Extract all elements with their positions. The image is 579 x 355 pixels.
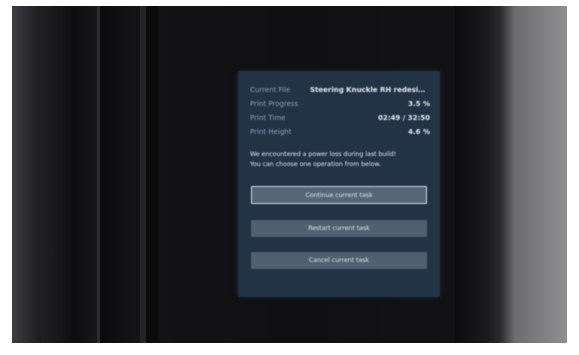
print-progress-row: Print Progress 3.5 %: [250, 97, 430, 111]
current-file-value: Steering Knuckle RH redesig...: [310, 86, 430, 94]
power-loss-message: We encountered a power loss during last …: [250, 150, 432, 170]
print-height-value: 4.6 %: [408, 128, 430, 136]
touch-screen: Current File Steering Knuckle RH redesig…: [238, 71, 440, 297]
restart-task-button[interactable]: Restart current task: [251, 220, 427, 237]
image-border: [0, 343, 579, 355]
print-height-row: Print Height 4.6 %: [250, 125, 430, 139]
print-progress-value: 3.5 %: [408, 100, 430, 108]
printer-frame-pillar: [100, 6, 140, 343]
print-height-label: Print Height: [250, 128, 292, 136]
current-file-row: Current File Steering Knuckle RH redesig…: [250, 83, 430, 97]
print-progress-label: Print Progress: [250, 100, 299, 108]
print-time-label: Print Time: [250, 114, 286, 122]
image-border: [567, 0, 579, 355]
power-loss-message-line-1: We encountered a power loss during last …: [250, 151, 397, 158]
current-file-label: Current File: [250, 86, 291, 94]
power-loss-message-line-2: You can choose one operation from below.: [250, 161, 381, 168]
image-border: [0, 0, 12, 355]
continue-task-button[interactable]: Continue current task: [251, 186, 427, 204]
printer-frame-pillar: [42, 6, 97, 343]
printer-photo-background: Current File Steering Knuckle RH redesig…: [0, 0, 579, 355]
printer-side-panel: [455, 6, 500, 343]
print-time-row: Print Time 02:49 / 32:50: [250, 111, 430, 125]
print-time-value: 02:49 / 32:50: [378, 114, 430, 122]
printer-frame-pillar: [146, 6, 158, 343]
image-border: [0, 0, 579, 6]
cancel-task-button[interactable]: Cancel current task: [251, 252, 427, 269]
print-status-block: Current File Steering Knuckle RH redesig…: [250, 83, 430, 139]
